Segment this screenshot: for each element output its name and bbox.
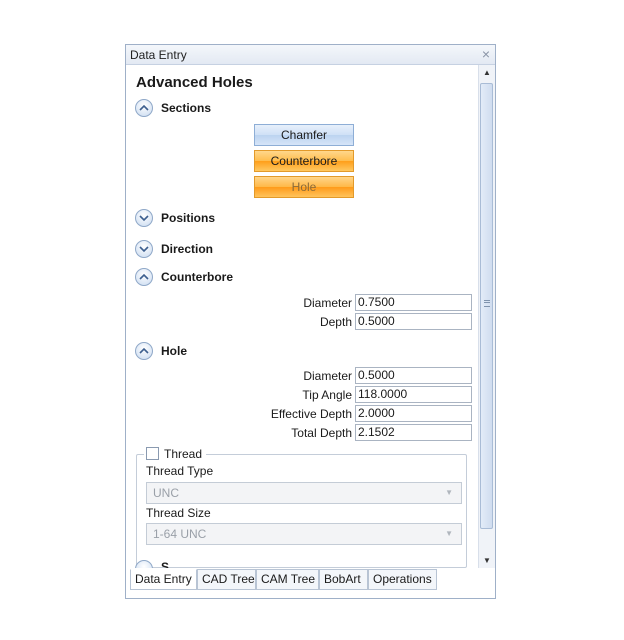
- tab-cad-tree[interactable]: CAD Tree: [197, 569, 256, 590]
- vertical-scrollbar[interactable]: ▲ ▼: [478, 65, 495, 568]
- tab-bobart[interactable]: BobArt: [319, 569, 368, 590]
- section-label: Counterbore: [161, 270, 233, 284]
- thread-legend: Thread: [144, 447, 207, 462]
- thread-checkbox[interactable]: [146, 447, 159, 460]
- effective-depth-field[interactable]: 2.0000: [355, 405, 472, 422]
- grip-icon: [484, 300, 490, 307]
- effective-depth-label: Effective Depth: [270, 407, 352, 421]
- chevron-up-icon: [139, 273, 149, 280]
- thread-type-label: Thread Type: [146, 464, 214, 478]
- collapse-counterbore-button[interactable]: [135, 268, 153, 286]
- tab-cam-tree[interactable]: CAM Tree: [256, 569, 319, 590]
- thread-size-value: 1-64 UNC: [153, 527, 207, 541]
- counterbore-diameter-field[interactable]: 0.7500: [355, 294, 472, 311]
- panel-content: Advanced Holes Sections Chamfer Counterb…: [126, 65, 478, 568]
- thread-label: Thread: [164, 447, 203, 461]
- tip-angle-label: Tip Angle: [302, 388, 352, 402]
- hole-diameter-label: Diameter: [303, 369, 352, 383]
- close-icon[interactable]: ×: [482, 46, 490, 62]
- total-depth-field[interactable]: 2.1502: [355, 424, 472, 441]
- section-label: Sections: [161, 101, 212, 115]
- expand-positions-button[interactable]: [135, 209, 153, 227]
- next-section-label-partial: S: [161, 560, 170, 568]
- thread-size-select[interactable]: 1-64 UNC ▼: [146, 523, 462, 545]
- panel-heading: Advanced Holes: [136, 74, 253, 91]
- expand-direction-button[interactable]: [135, 240, 153, 258]
- next-section-toggle-partial[interactable]: [135, 560, 153, 568]
- counterbore-depth-field[interactable]: 0.5000: [355, 313, 472, 330]
- total-depth-label: Total Depth: [291, 426, 352, 440]
- chevron-down-icon: ▼: [445, 488, 453, 497]
- window-title: Data Entry: [130, 48, 187, 62]
- chevron-down-icon: [139, 215, 149, 222]
- hole-button[interactable]: Hole: [254, 176, 354, 198]
- thread-type-select[interactable]: UNC ▼: [146, 482, 462, 504]
- thread-group: Thread Thread Type UNC ▼ Thread Size 1-6…: [136, 447, 467, 568]
- scroll-up-icon[interactable]: ▲: [479, 65, 495, 80]
- thread-type-value: UNC: [153, 486, 179, 500]
- window-titlebar: Data Entry ×: [126, 45, 495, 65]
- chevron-up-icon: [139, 104, 149, 111]
- section-label: Direction: [161, 242, 214, 256]
- tip-angle-field[interactable]: 118.0000: [355, 386, 472, 403]
- scrollbar-thumb[interactable]: [480, 83, 493, 529]
- chamfer-button[interactable]: Chamfer: [254, 124, 354, 146]
- counterbore-diameter-label: Diameter: [303, 296, 352, 310]
- collapse-sections-button[interactable]: [135, 99, 153, 117]
- thread-size-label: Thread Size: [146, 506, 211, 520]
- section-label: Hole: [161, 344, 188, 358]
- hole-diameter-field[interactable]: 0.5000: [355, 367, 472, 384]
- tab-operations[interactable]: Operations: [368, 569, 437, 590]
- chevron-down-icon: ▼: [445, 529, 453, 538]
- counterbore-depth-label: Depth: [319, 315, 352, 329]
- section-label: Positions: [161, 211, 216, 225]
- data-entry-window: Data Entry × Advanced Holes Sections Cha…: [125, 44, 496, 599]
- counterbore-button[interactable]: Counterbore: [254, 150, 354, 172]
- chevron-up-icon: [139, 347, 149, 354]
- collapse-hole-button[interactable]: [135, 342, 153, 360]
- scroll-down-icon[interactable]: ▼: [479, 553, 495, 568]
- chevron-down-icon: [139, 246, 149, 253]
- tab-data-entry[interactable]: Data Entry: [130, 569, 197, 590]
